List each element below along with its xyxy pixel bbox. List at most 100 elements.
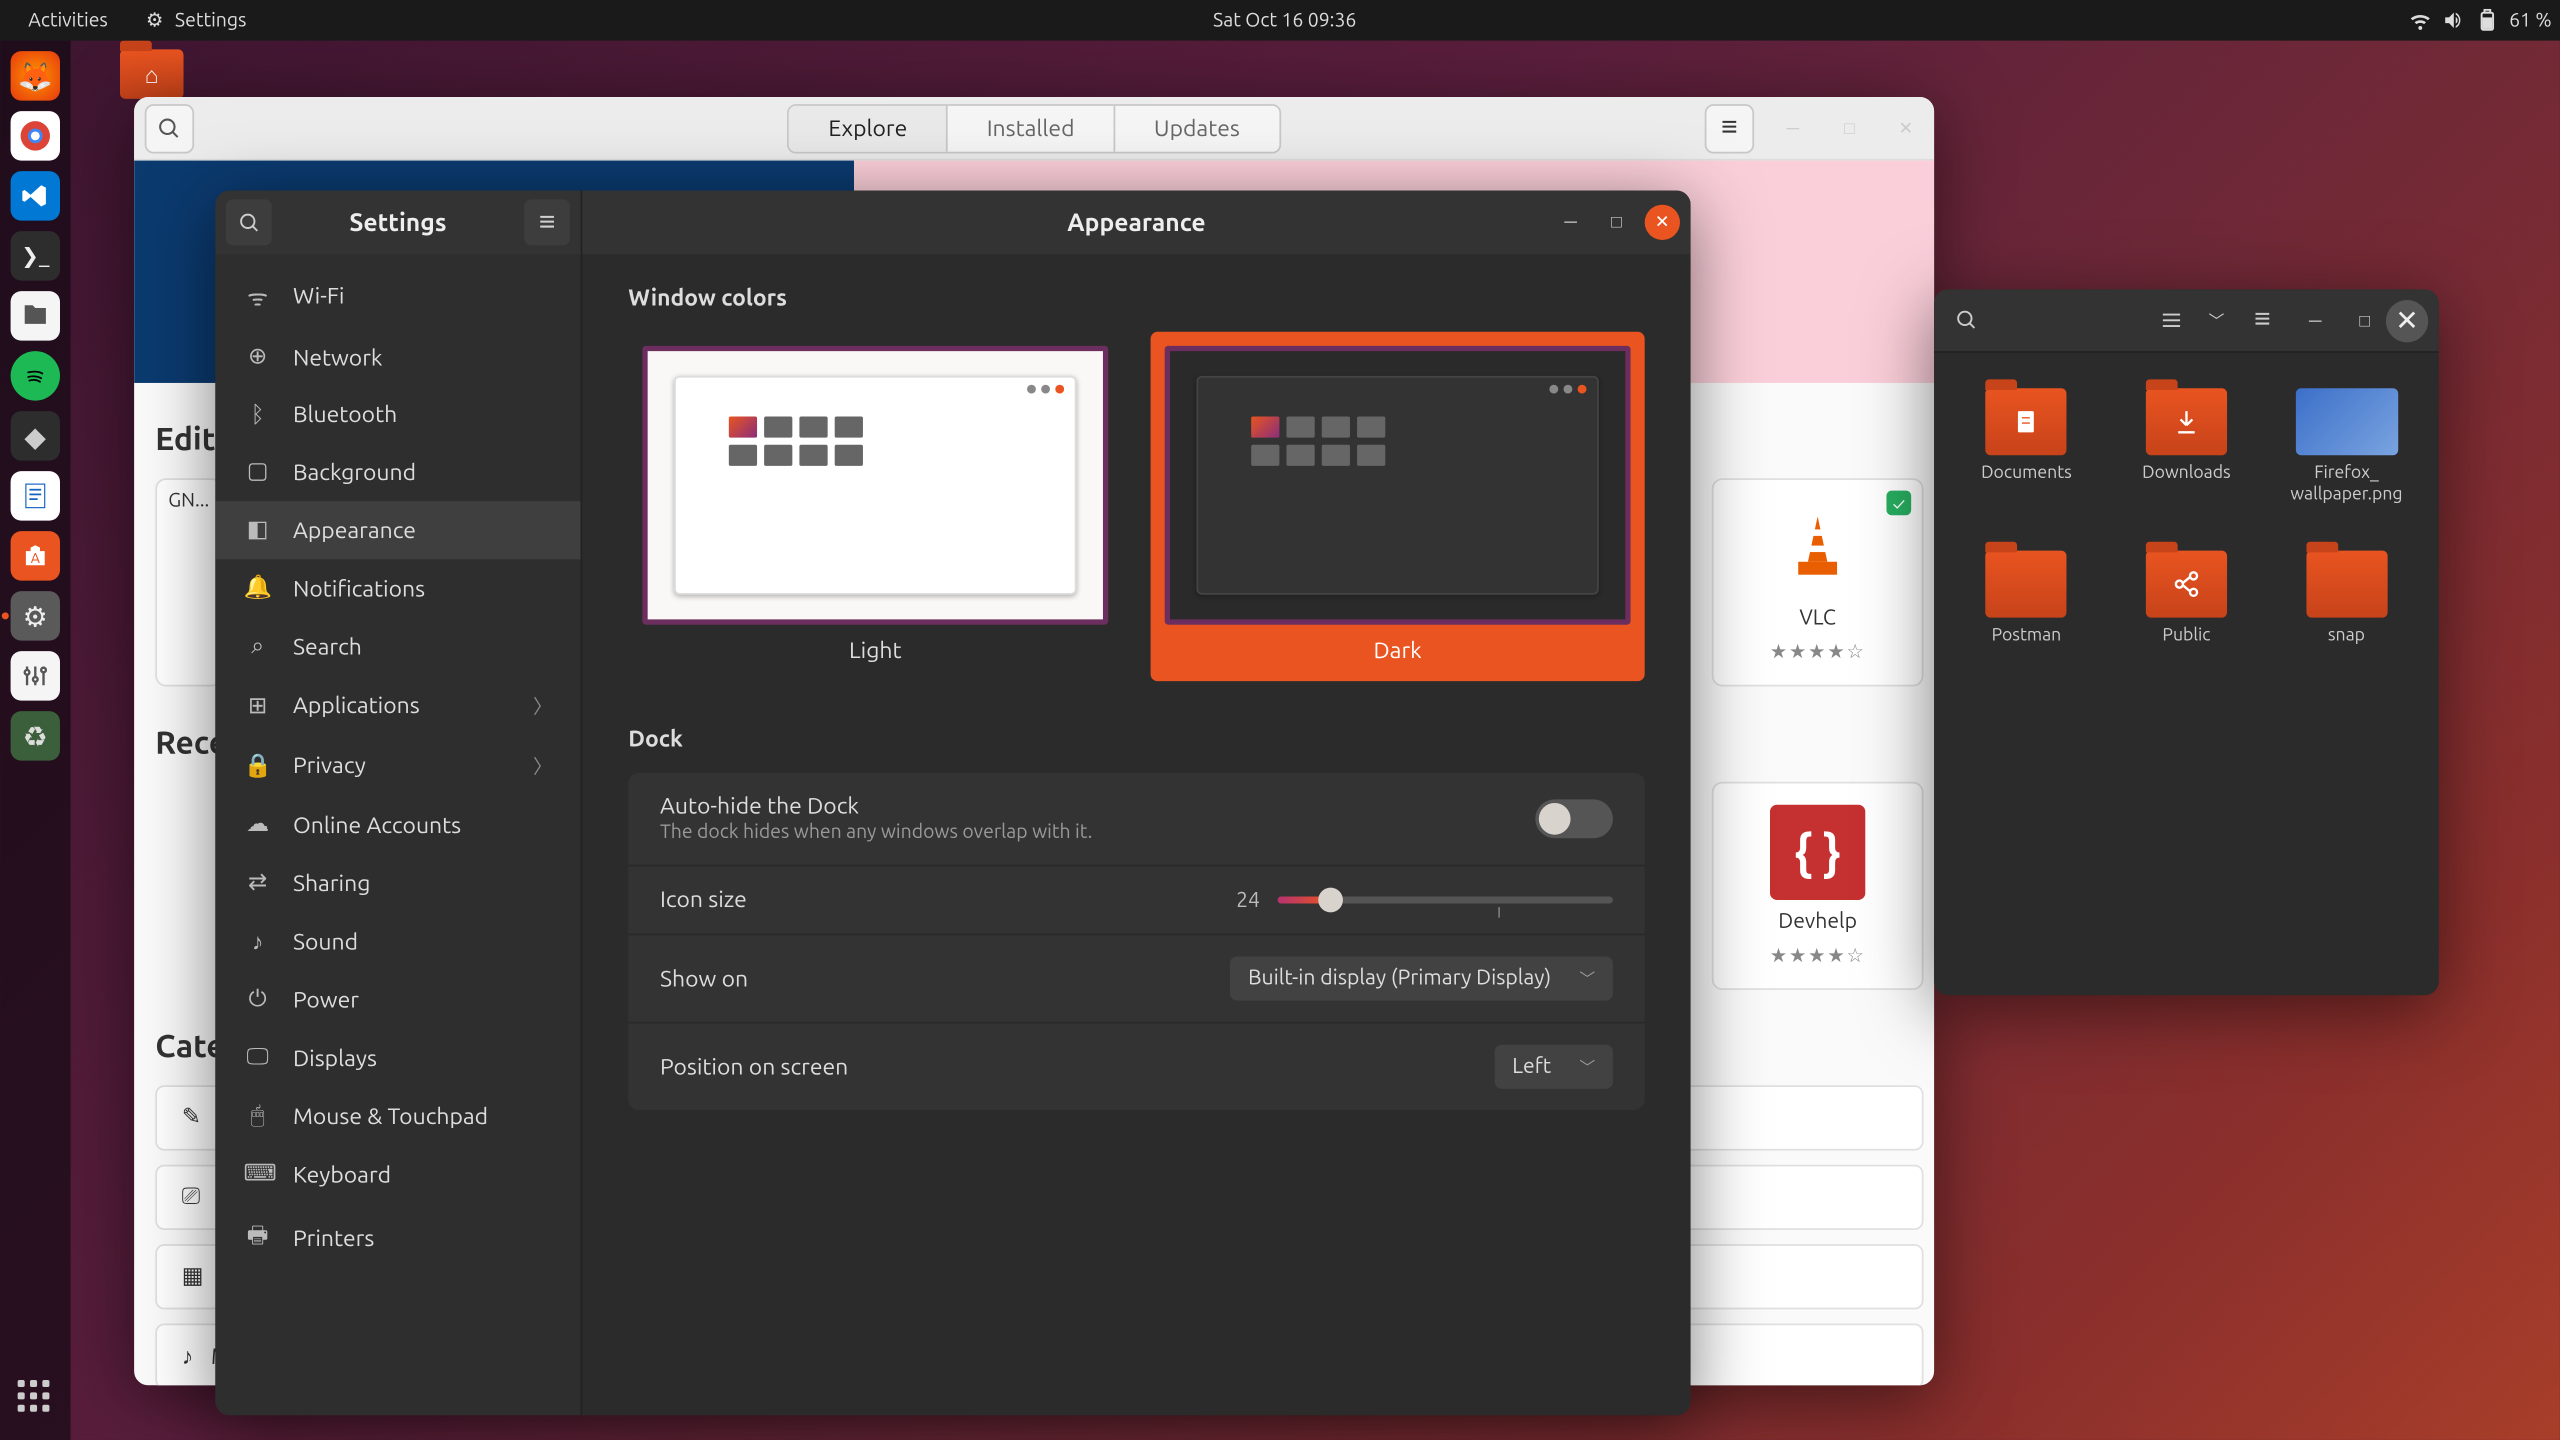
sidebar-item-search[interactable]: ⌕Search (215, 618, 580, 676)
dock-files-icon[interactable] (11, 291, 60, 340)
software-minimize-button[interactable]: ─ (1775, 110, 1810, 145)
sidebar-item-power[interactable]: ⏻Power (215, 971, 580, 1029)
files-list-view-button[interactable] (2149, 299, 2191, 341)
topbar-app-menu[interactable]: ⚙ Settings (133, 5, 257, 35)
clock-button[interactable]: Sat Oct 16 09:36 (1202, 6, 1367, 34)
sidebar-item-printers[interactable]: 🖶Printers (215, 1204, 580, 1275)
show-on-value: Built-in display (Primary Display) (1248, 967, 1551, 990)
dock-software-icon[interactable]: A (11, 531, 60, 580)
file-label: Postman (1992, 625, 2062, 646)
dock-show-apps-icon[interactable] (11, 1373, 60, 1422)
file-item-documents[interactable]: Documents (1952, 388, 2101, 504)
battery-icon[interactable] (2476, 9, 2499, 32)
position-label: Position on screen (660, 1054, 848, 1079)
sidebar-item-sharing[interactable]: ⇄Sharing (215, 854, 580, 912)
settings-search-button[interactable] (226, 199, 272, 245)
dock-heading: Dock (628, 727, 1644, 752)
clock-label: Sat Oct 16 09:36 (1213, 10, 1356, 31)
settings-sidebar-titlebar: Settings ≡ (215, 191, 580, 255)
sidebar-item-label: Applications (293, 694, 420, 719)
sidebar-item-label: Bluetooth (293, 402, 397, 427)
desktop-folder-icon[interactable]: ⌂ (120, 49, 187, 102)
tab-installed[interactable]: Installed (948, 105, 1115, 151)
settings-close-button[interactable]: ✕ (1645, 205, 1680, 240)
dock-firefox-icon[interactable]: 🦊 (11, 51, 60, 100)
topbar-app-label: Settings (175, 10, 247, 31)
sidebar-item-privacy[interactable]: 🔒Privacy〉 (215, 736, 580, 796)
dock-inkscape-icon[interactable]: ◆ (11, 411, 60, 460)
sidebar-item-appearance[interactable]: ◧Appearance (215, 501, 580, 559)
file-item-postman[interactable]: Postman (1952, 551, 2101, 646)
theme-dark-label: Dark (1165, 625, 1631, 667)
settings-body: Window colors Light (582, 254, 1690, 1142)
sidebar-item-label: Sharing (293, 871, 370, 896)
sidebar-item-mouse[interactable]: 🖱Mouse & Touchpad (215, 1087, 580, 1145)
icon-size-value: 24 (1236, 889, 1260, 912)
gear-icon: ⚙ (143, 9, 166, 32)
sidebar-item-background[interactable]: ▢Background (215, 443, 580, 501)
software-maximize-button[interactable]: □ (1832, 110, 1867, 145)
activities-button[interactable]: Activities (18, 6, 119, 34)
tab-explore[interactable]: Explore (790, 105, 948, 151)
position-dropdown[interactable]: Left ﹀ (1495, 1045, 1613, 1089)
sidebar-item-online-accounts[interactable]: ☁Online Accounts (215, 796, 580, 854)
files-minimize-button[interactable]: ─ (2298, 303, 2333, 338)
dock-spotify-icon[interactable] (11, 351, 60, 400)
theme-picker: Light Dark (628, 332, 1644, 681)
sidebar-item-notifications[interactable]: 🔔Notifications (215, 559, 580, 617)
files-close-button[interactable]: ✕ (2386, 299, 2428, 341)
volume-icon[interactable] (2442, 9, 2465, 32)
folder-icon (2306, 551, 2387, 618)
tab-updates[interactable]: Updates (1115, 105, 1279, 151)
sidebar-item-label: Sound (293, 929, 358, 954)
dock-tweaks-icon[interactable] (11, 651, 60, 700)
dock-vscode-icon[interactable] (11, 171, 60, 220)
sidebar-item-bluetooth[interactable]: ᛒBluetooth (215, 386, 580, 442)
wifi-icon[interactable] (2408, 9, 2431, 32)
settings-hamburger-button[interactable]: ≡ (524, 199, 570, 245)
sidebar-item-keyboard[interactable]: ⌨Keyboard (215, 1145, 580, 1203)
dock-settings-icon[interactable]: ⚙ (11, 591, 60, 640)
position-value: Left (1512, 1055, 1551, 1078)
app-tile-devhelp[interactable]: { } Devhelp ★★★★☆ (1712, 782, 1924, 990)
files-view-options-button[interactable]: ﹀ (2195, 299, 2237, 341)
settings-main: Appearance ─ □ ✕ Window colors Light (582, 191, 1690, 1416)
autohide-toggle[interactable] (1535, 799, 1613, 838)
dock-libreoffice-icon[interactable] (11, 471, 60, 520)
file-item-image[interactable]: Firefox_ wallpaper.png (2272, 388, 2421, 504)
software-tabs: Explore Installed Updates (788, 103, 1281, 152)
software-menu-button[interactable]: ≡ (1705, 103, 1754, 152)
theme-light[interactable]: Light (628, 332, 1122, 681)
file-item-snap[interactable]: snap (2272, 551, 2421, 646)
app-tile[interactable]: GN... (155, 478, 222, 686)
file-item-downloads[interactable]: Downloads (2112, 388, 2261, 504)
theme-dark[interactable]: Dark (1151, 332, 1645, 681)
sidebar-item-applications[interactable]: ⊞Applications〉 (215, 676, 580, 736)
settings-minimize-button[interactable]: ─ (1553, 205, 1588, 240)
software-close-button[interactable]: ✕ (1888, 110, 1923, 145)
sidebar-item-label: Keyboard (293, 1162, 391, 1187)
icon-size-slider[interactable] (1278, 896, 1613, 903)
settings-sidebar: Settings ≡ ᯤWi-Fi ⊕Network ᛒBluetooth ▢B… (215, 191, 582, 1416)
dock-trash-icon[interactable]: ♻ (11, 711, 60, 760)
chevron-down-icon: ﹀ (1579, 967, 1595, 990)
lock-icon: 🔒 (244, 753, 272, 779)
file-label: Public (2162, 625, 2210, 646)
sidebar-item-displays[interactable]: 🖵Displays (215, 1029, 580, 1087)
files-maximize-button[interactable]: □ (2347, 303, 2382, 338)
files-menu-button[interactable]: ≡ (2241, 299, 2283, 341)
files-search-button[interactable] (1945, 299, 1987, 341)
show-on-dropdown[interactable]: Built-in display (Primary Display) ﹀ (1230, 956, 1612, 1000)
app-tile-vlc[interactable]: ✓ VLC ★★★★☆ (1712, 478, 1924, 686)
dock-chrome-icon[interactable] (11, 111, 60, 160)
file-item-public[interactable]: Public (2112, 551, 2261, 646)
dock-terminal-icon[interactable]: ❯_ (11, 231, 60, 280)
image-thumbnail-icon (2295, 388, 2397, 455)
sidebar-item-wifi[interactable]: ᯤWi-Fi (215, 265, 580, 329)
devhelp-icon: { } (1770, 805, 1865, 900)
app-rating: ★★★★☆ (1770, 944, 1866, 967)
sidebar-item-sound[interactable]: ♪Sound (215, 912, 580, 970)
settings-maximize-button[interactable]: □ (1599, 205, 1634, 240)
software-search-button[interactable] (145, 103, 194, 152)
sidebar-item-network[interactable]: ⊕Network (215, 328, 580, 386)
